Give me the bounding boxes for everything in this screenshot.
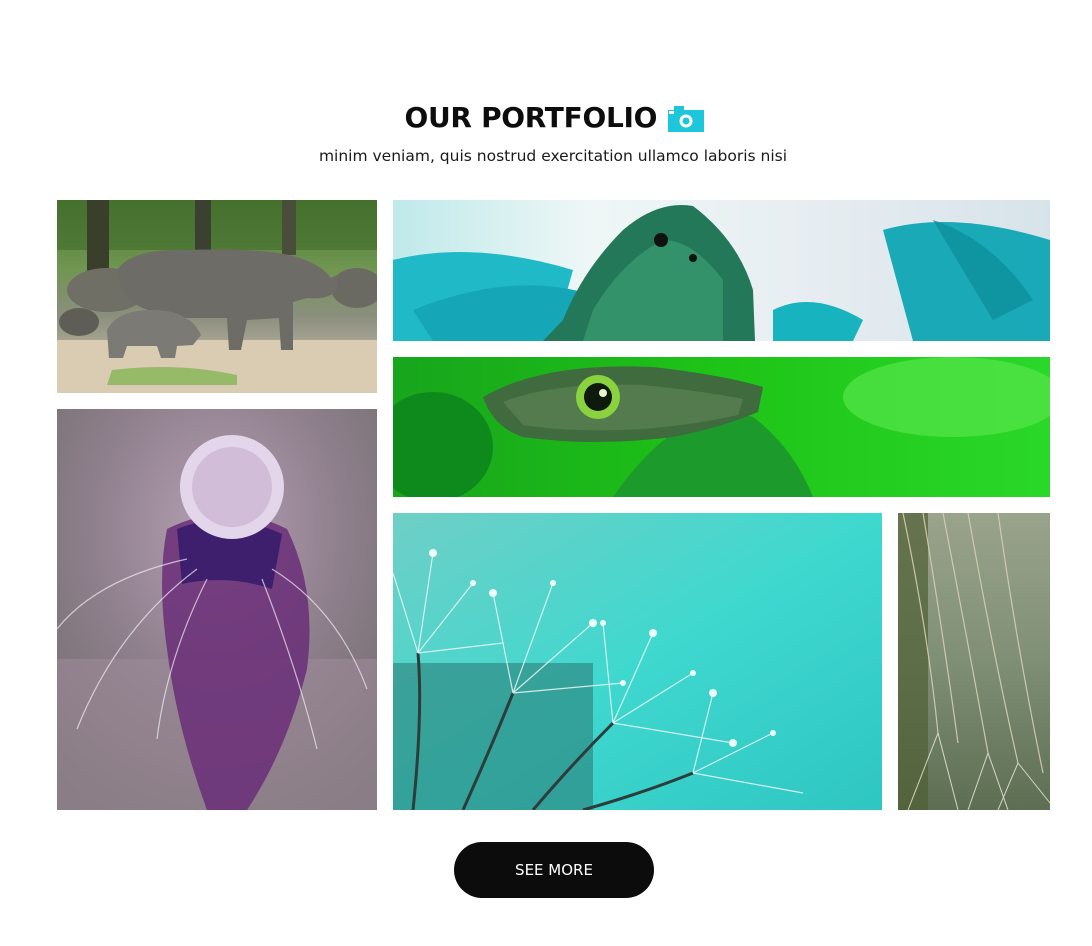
gallery-image-dandelion-dew[interactable] <box>393 513 882 810</box>
gallery-image-dandelion-side[interactable] <box>898 513 1050 810</box>
portfolio-header: OUR PORTFOLIO <box>0 98 1092 138</box>
page-title: OUR PORTFOLIO <box>404 101 658 134</box>
section-subtitle: minim veniam, quis nostrud exercitation … <box>318 147 788 165</box>
gallery-image-rhinos[interactable] <box>57 200 377 393</box>
gallery-image-dandelion-purple[interactable] <box>57 409 377 810</box>
gallery-image-butterfly-green[interactable] <box>393 357 1050 497</box>
camera-icon <box>667 106 704 132</box>
gallery-image-butterfly-teal[interactable] <box>393 200 1050 341</box>
see-more-button[interactable]: SEE MORE <box>454 842 654 898</box>
